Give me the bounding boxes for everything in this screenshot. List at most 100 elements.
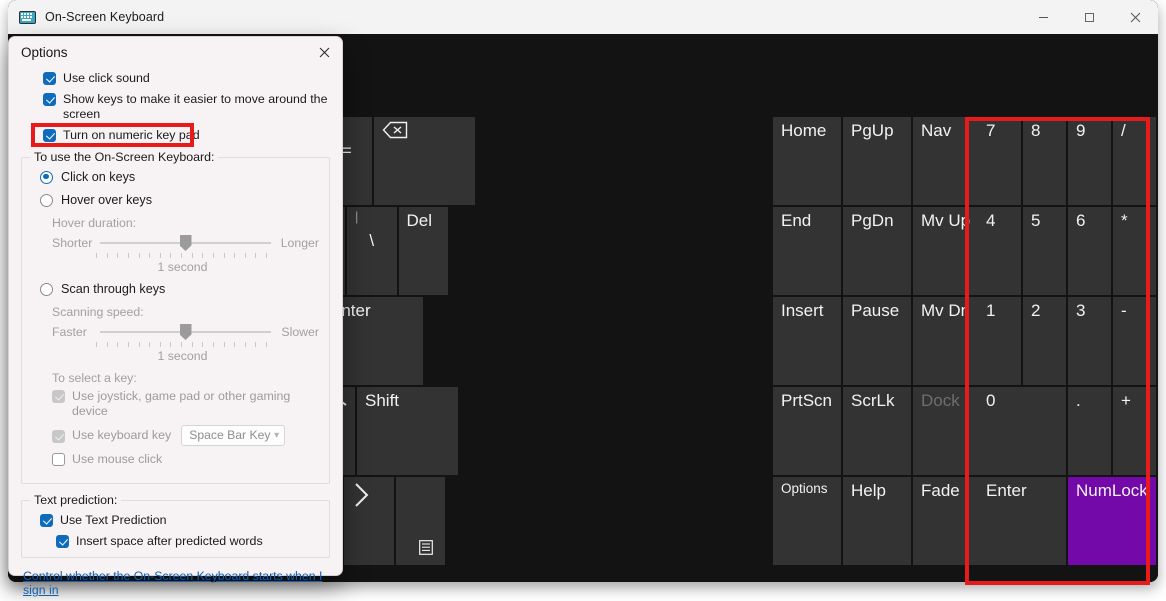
key-dock[interactable]: Dock	[913, 387, 981, 475]
checkbox-use-text-prediction[interactable]: Use Text Prediction	[40, 513, 319, 528]
scan-slider-track-area[interactable]	[100, 323, 271, 341]
key-menu[interactable]	[395, 477, 445, 565]
minimize-icon[interactable]	[1020, 0, 1066, 34]
key-1[interactable]: 1	[978, 297, 1021, 385]
key-8[interactable]: 8	[1023, 117, 1066, 205]
checkbox-label: Use mouse click	[72, 452, 163, 466]
signin-settings-link[interactable]: Control whether the On-Screen Keyboard s…	[23, 569, 330, 597]
key-numlock[interactable]: NumLock	[1068, 477, 1156, 565]
key-home[interactable]: Home	[773, 117, 841, 205]
hover-slider-right-label: Longer	[280, 236, 319, 250]
key-backspace[interactable]	[373, 117, 475, 205]
options-dialog: Options Use click sound Show keys to mak…	[8, 36, 343, 597]
key-key[interactable]: /	[1113, 117, 1156, 205]
slider-thumb[interactable]	[179, 324, 192, 340]
key-mv-up[interactable]: Mv Up	[913, 207, 981, 295]
key-key[interactable]: | \	[347, 207, 397, 295]
key-pause[interactable]: Pause	[843, 297, 911, 385]
scanning-speed-slider[interactable]: Faster Slower	[52, 323, 319, 341]
close-icon[interactable]	[1112, 0, 1158, 34]
key-key[interactable]: *	[1113, 207, 1156, 295]
key-mv-dn[interactable]: Mv Dn	[913, 297, 981, 385]
radio-scan-through-keys[interactable]: Scan through keys	[40, 282, 319, 296]
usage-mode-legend: To use the On-Screen Keyboard:	[30, 150, 219, 164]
key-nav[interactable]: Nav	[913, 117, 981, 205]
checkbox-box	[43, 129, 56, 142]
key-pgdn[interactable]: PgDn	[843, 207, 911, 295]
radio-label: Hover over keys	[61, 193, 152, 207]
key-key[interactable]: -	[1113, 297, 1156, 385]
checkbox-label: Use click sound	[63, 71, 150, 85]
key-0[interactable]: 0	[978, 387, 1066, 475]
key-5[interactable]: 5	[1023, 207, 1066, 295]
select-key-caption: To select a key:	[52, 371, 137, 385]
checkbox-insert-space-after-predicted-words[interactable]: Insert space after predicted words	[56, 534, 319, 549]
key-4[interactable]: 4	[978, 207, 1021, 295]
checkbox-box	[52, 429, 65, 443]
hover-slider-left-label: Shorter	[52, 236, 93, 250]
key-6[interactable]: 6	[1068, 207, 1111, 295]
hover-duration-value: 1 second	[157, 260, 208, 274]
checkbox-use-keyboard-key[interactable]: Use keyboard key Space Bar Key ▾	[52, 425, 319, 446]
key-fade[interactable]: Fade	[913, 477, 981, 565]
checkbox-box	[43, 72, 56, 85]
key-3[interactable]: 3	[1068, 297, 1111, 385]
scan-slider-ticks	[96, 342, 267, 349]
checkbox-box	[52, 453, 65, 466]
key-key[interactable]: .	[1068, 387, 1111, 475]
checkbox-use-mouse-click[interactable]: Use mouse click	[52, 452, 319, 467]
scanning-speed-caption: Scanning speed:	[52, 305, 144, 319]
key-key[interactable]: +	[1113, 387, 1156, 475]
key-scrlk[interactable]: ScrLk	[843, 387, 911, 475]
radio-label: Scan through keys	[61, 282, 166, 296]
hover-duration-slider[interactable]: Shorter Longer	[52, 234, 319, 252]
dialog-title: Options	[21, 44, 68, 60]
chevron-down-icon: ▾	[274, 430, 280, 441]
dialog-body: Use click sound Show keys to make it eas…	[9, 71, 342, 601]
hover-slider-ticks	[96, 253, 267, 260]
checkbox-use-click-sound[interactable]: Use click sound	[43, 71, 330, 86]
key-enter[interactable]: Enter	[978, 477, 1066, 565]
radio-dot	[40, 170, 53, 184]
maximize-icon[interactable]	[1066, 0, 1112, 34]
text-prediction-legend: Text prediction:	[30, 493, 122, 507]
key-shift[interactable]: Shift	[357, 387, 458, 475]
checkbox-use-joystick[interactable]: Use joystick, game pad or other gaming d…	[52, 389, 319, 419]
hover-duration-caption: Hover duration:	[52, 216, 137, 230]
key-pgup[interactable]: PgUp	[843, 117, 911, 205]
key-2[interactable]: 2	[1023, 297, 1066, 385]
arrow-right-icon	[355, 483, 369, 507]
radio-dot	[40, 282, 53, 296]
slider-thumb[interactable]	[179, 235, 192, 251]
checkbox-turn-on-numeric-key-pad[interactable]: Turn on numeric key pad	[31, 123, 330, 147]
window-title: On-Screen Keyboard	[45, 10, 165, 24]
radio-click-on-keys[interactable]: Click on keys	[40, 170, 319, 184]
window-titlebar: On-Screen Keyboard	[8, 0, 1158, 34]
scanning-speed-value: 1 second	[157, 349, 208, 363]
key-9[interactable]: 9	[1068, 117, 1111, 205]
menu-icon	[419, 540, 433, 555]
key-insert[interactable]: Insert	[773, 297, 841, 385]
radio-dot	[40, 193, 53, 207]
key-help[interactable]: Help	[843, 477, 911, 565]
radio-hover-over-keys[interactable]: Hover over keys	[40, 193, 319, 207]
keyboard-key-dropdown[interactable]: Space Bar Key ▾	[181, 425, 286, 446]
key-options[interactable]: Options	[773, 477, 841, 565]
key-del[interactable]: Del	[398, 207, 448, 295]
checkbox-label: Turn on numeric key pad	[63, 128, 200, 142]
checkbox-box	[56, 535, 69, 548]
checkbox-box	[52, 390, 65, 403]
checkbox-label: Use joystick, game pad or other gaming d…	[72, 389, 291, 418]
top-checkbox-list: Use click sound Show keys to make it eas…	[31, 71, 330, 147]
checkbox-box	[40, 514, 53, 527]
key-7[interactable]: 7	[978, 117, 1021, 205]
key-shift-label: |	[355, 209, 359, 224]
key-main-label: \	[369, 231, 375, 251]
key-prtscn[interactable]: PrtScn	[773, 387, 841, 475]
key-end[interactable]: End	[773, 207, 841, 295]
screen: On-Screen Keyboard ^6&7*8(9)0_-+=uiop{[}…	[0, 0, 1166, 601]
dialog-close-icon[interactable]	[310, 39, 338, 65]
hover-slider-track-area[interactable]	[100, 234, 271, 252]
checkbox-show-keys[interactable]: Show keys to make it easier to move arou…	[43, 92, 330, 122]
key-arrow-right[interactable]	[344, 477, 394, 565]
